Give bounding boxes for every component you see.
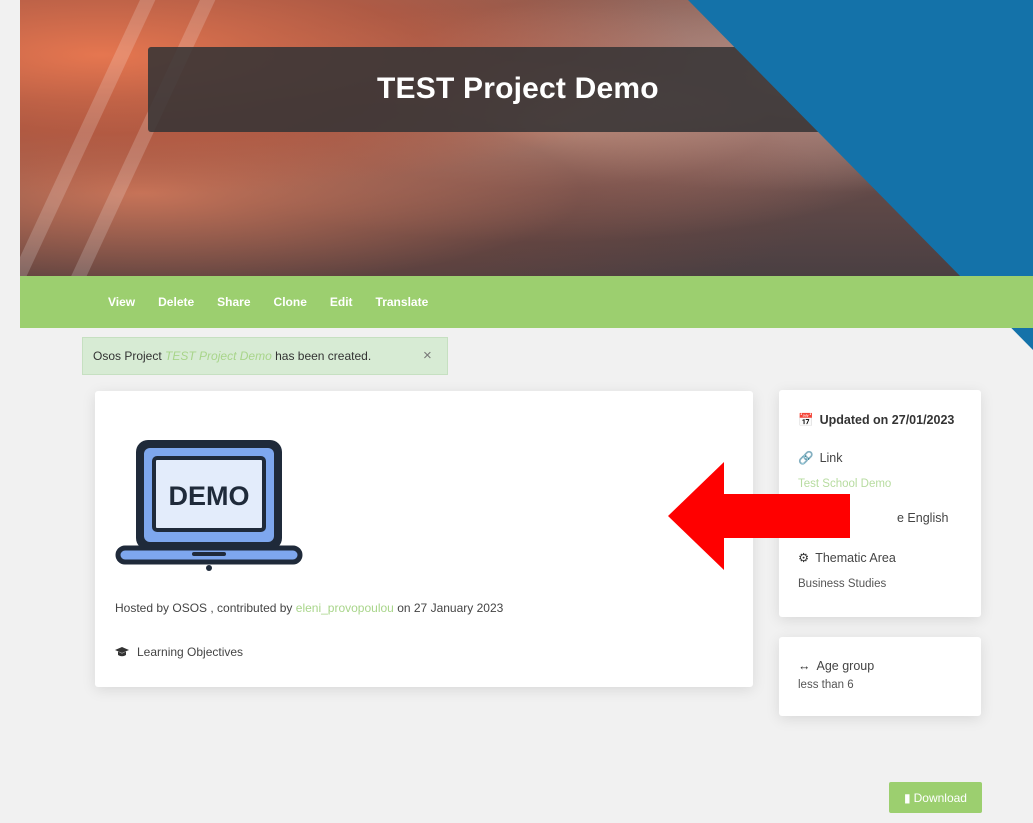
learning-objectives-toggle[interactable]: Learning Objectives: [115, 645, 243, 659]
hosted-prefix: Hosted by OSOS , contributed by: [115, 601, 293, 615]
success-alert: Osos Project TEST Project Demo has been …: [82, 337, 448, 375]
edit-link[interactable]: Edit: [330, 295, 353, 309]
hero-decoration: [68, 0, 226, 276]
alert-suffix: has been created.: [275, 349, 372, 363]
contributor-link[interactable]: eleni_provopoulou: [296, 601, 394, 615]
close-icon[interactable]: ×: [423, 338, 432, 374]
alert-prefix: Osos Project: [93, 349, 162, 363]
delete-link[interactable]: Delete: [158, 295, 194, 309]
demo-text: DEMO: [169, 481, 250, 511]
updated-row: 📅 Updated on 27/01/2023: [798, 413, 955, 427]
download-label: Download: [913, 790, 967, 805]
share-link[interactable]: Share: [217, 295, 250, 309]
calendar-icon: 📅: [798, 413, 814, 427]
laptop-demo-image: DEMO: [115, 440, 303, 571]
language-value: e English: [897, 511, 949, 525]
arrows-horizontal-icon: ↔: [798, 659, 811, 673]
age-group-row: ↔ Age group: [798, 659, 875, 673]
download-button[interactable]: ▮ Download: [889, 782, 982, 813]
hosted-date: on 27 January 2023: [397, 601, 504, 615]
age-group-card: ↔ Age group less than 6: [779, 637, 981, 716]
translate-link[interactable]: Translate: [376, 295, 429, 309]
age-group-value: less than 6: [798, 679, 854, 691]
learning-objectives-label: Learning Objectives: [137, 645, 244, 659]
red-arrow-annotation: [668, 462, 850, 570]
graduation-cap-icon: [115, 647, 129, 657]
file-icon: ▮: [904, 790, 911, 805]
clone-link[interactable]: Clone: [274, 295, 307, 309]
page-title: TEST Project Demo: [377, 72, 659, 105]
thematic-area-value: Business Studies: [798, 578, 887, 590]
hosted-by-text: Hosted by OSOS , contributed by eleni_pr…: [115, 601, 503, 615]
project-card: DEMO Hosted by OSOS , contributed by ele…: [95, 391, 753, 687]
alert-project-name[interactable]: TEST Project Demo: [165, 349, 272, 363]
view-link[interactable]: View: [108, 295, 135, 309]
project-action-bar: View Delete Share Clone Edit Translate: [20, 276, 1033, 328]
